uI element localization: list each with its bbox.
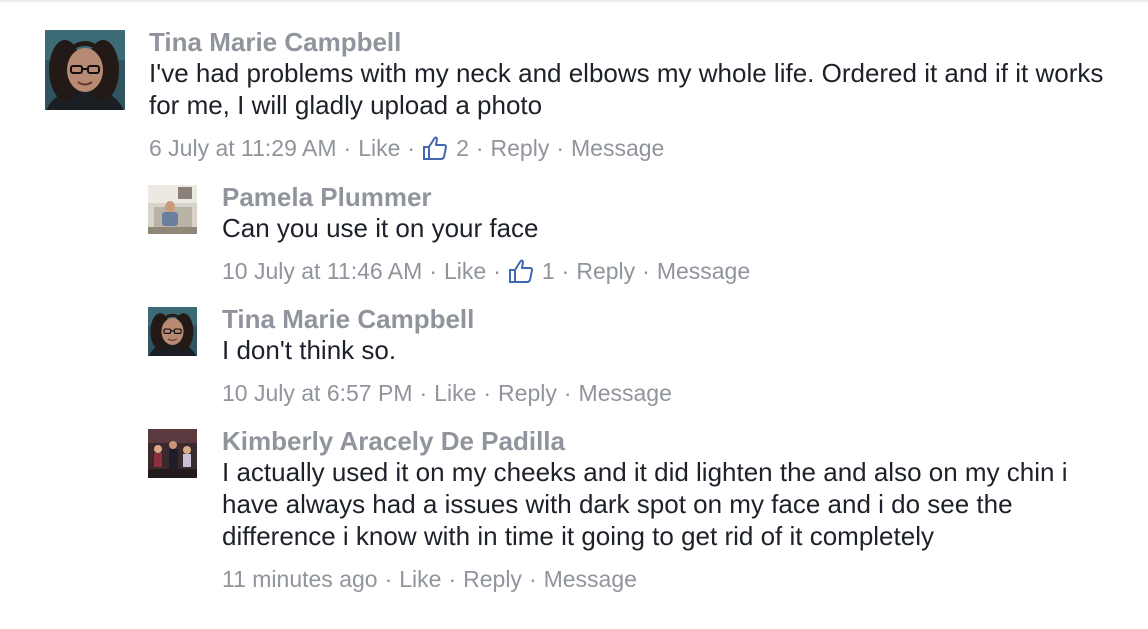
separator: · bbox=[475, 135, 484, 161]
reply-button[interactable]: Reply bbox=[491, 133, 550, 163]
like-count[interactable]: 2 bbox=[456, 133, 469, 163]
separator: · bbox=[642, 258, 650, 284]
like-button[interactable]: Like bbox=[399, 564, 441, 594]
avatar-seated-person-icon bbox=[148, 185, 197, 234]
avatar[interactable] bbox=[45, 30, 125, 110]
reply-button[interactable]: Reply bbox=[463, 564, 522, 594]
separator: · bbox=[563, 380, 572, 406]
separator: · bbox=[343, 135, 352, 161]
separator: · bbox=[448, 566, 457, 592]
comment-meta: 11 minutes ago · Like · Reply · Message bbox=[222, 564, 1122, 594]
reply-button[interactable]: Reply bbox=[576, 256, 635, 286]
reply-comment: Pamela Plummer Can you use it on your fa… bbox=[148, 182, 750, 286]
separator: · bbox=[407, 135, 416, 161]
comment-meta: 6 July at 11:29 AM · Like · 2 · Reply · … bbox=[149, 133, 1129, 163]
separator: · bbox=[493, 258, 501, 284]
comment-author[interactable]: Tina Marie Campbell bbox=[222, 304, 672, 334]
avatar-group-photo-icon bbox=[148, 429, 197, 478]
comment-text: I've had problems with my neck and elbow… bbox=[149, 58, 1104, 120]
thumbs-up-icon[interactable] bbox=[508, 258, 534, 284]
avatar-woman-glasses-icon bbox=[45, 30, 125, 110]
message-button[interactable]: Message bbox=[544, 564, 637, 594]
comment-author[interactable]: Pamela Plummer bbox=[222, 182, 750, 212]
comment-author[interactable]: Kimberly Aracely De Padilla bbox=[222, 426, 1122, 456]
comment-text: I actually used it on my cheeks and it d… bbox=[222, 457, 1068, 551]
message-button[interactable]: Message bbox=[657, 256, 750, 286]
avatar[interactable] bbox=[148, 429, 197, 478]
comment-timestamp[interactable]: 10 July at 11:46 AM bbox=[222, 256, 422, 286]
separator: · bbox=[483, 380, 492, 406]
divider bbox=[0, 0, 1148, 2]
separator: · bbox=[419, 380, 428, 406]
comment-timestamp[interactable]: 10 July at 6:57 PM bbox=[222, 378, 413, 408]
thumbs-up-icon[interactable] bbox=[422, 135, 448, 161]
separator: · bbox=[556, 135, 565, 161]
like-button[interactable]: Like bbox=[444, 256, 486, 286]
avatar[interactable] bbox=[148, 185, 197, 234]
like-button[interactable]: Like bbox=[434, 378, 476, 408]
separator: · bbox=[528, 566, 537, 592]
like-count[interactable]: 1 bbox=[542, 256, 555, 286]
comment-text: I don't think so. bbox=[222, 335, 397, 365]
comment-author[interactable]: Tina Marie Campbell bbox=[149, 27, 1129, 57]
avatar[interactable] bbox=[148, 307, 197, 356]
message-button[interactable]: Message bbox=[571, 133, 664, 163]
comment-meta: 10 July at 6:57 PM · Like · Reply · Mess… bbox=[222, 378, 672, 408]
reply-comment: Tina Marie Campbell I don't think so. 10… bbox=[148, 304, 672, 408]
comment-timestamp[interactable]: 6 July at 11:29 AM bbox=[149, 133, 337, 163]
separator: · bbox=[429, 258, 437, 284]
like-button[interactable]: Like bbox=[358, 133, 400, 163]
reply-button[interactable]: Reply bbox=[498, 378, 557, 408]
avatar-woman-glasses-icon bbox=[148, 307, 197, 356]
comment-timestamp[interactable]: 11 minutes ago bbox=[222, 564, 378, 594]
separator: · bbox=[561, 258, 570, 284]
comment-meta: 10 July at 11:46 AM · Like · 1 · Reply ·… bbox=[222, 256, 750, 286]
comment-text: Can you use it on your face bbox=[222, 213, 539, 243]
separator: · bbox=[384, 566, 393, 592]
comment: Tina Marie Campbell I've had problems wi… bbox=[45, 27, 1129, 163]
reply-comment: Kimberly Aracely De Padilla I actually u… bbox=[148, 426, 1122, 594]
message-button[interactable]: Message bbox=[579, 378, 672, 408]
